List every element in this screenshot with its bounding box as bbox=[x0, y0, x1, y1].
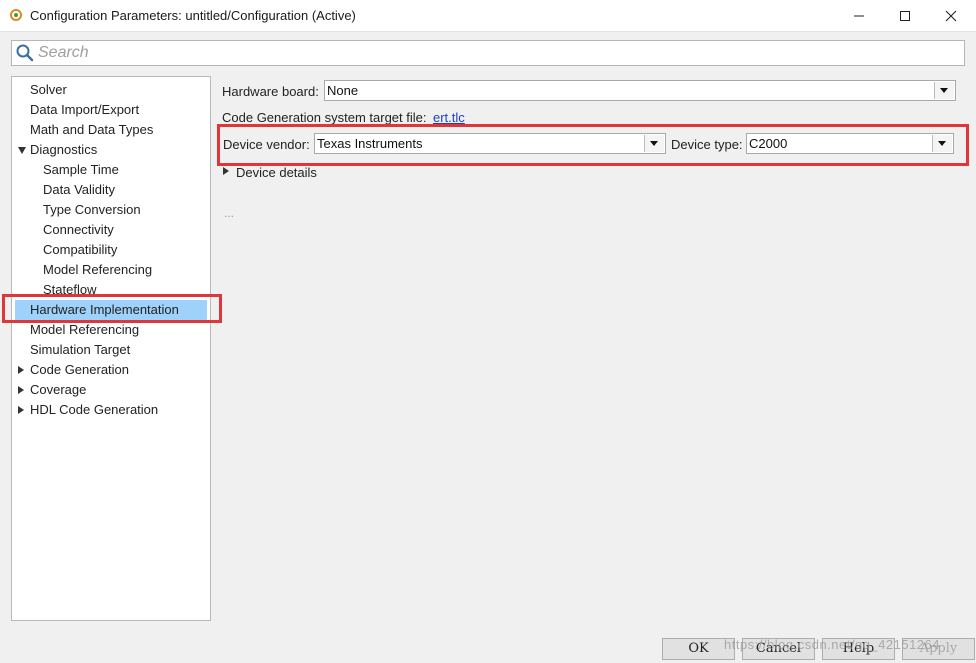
tree-item-hdl-code-generation[interactable]: HDL Code Generation bbox=[30, 400, 158, 420]
hardware-board-dropdown[interactable]: None bbox=[324, 80, 956, 101]
codegen-target-link[interactable]: ert.tlc bbox=[433, 110, 465, 125]
device-type-value: C2000 bbox=[749, 136, 788, 151]
expand-right-icon[interactable] bbox=[223, 167, 229, 175]
chevron-down-icon bbox=[938, 141, 946, 146]
codegen-target-label: Code Generation system target file: bbox=[222, 110, 427, 125]
chevron-down-icon bbox=[940, 88, 948, 93]
tree-item-coverage[interactable]: Coverage bbox=[30, 380, 86, 400]
tree-item-solver[interactable]: Solver bbox=[30, 80, 67, 100]
tree-item-code-generation[interactable]: Code Generation bbox=[30, 360, 129, 380]
tree-item-model-referencing[interactable]: Model Referencing bbox=[30, 320, 139, 340]
hardware-board-value: None bbox=[327, 83, 359, 98]
expand-right-icon[interactable] bbox=[18, 366, 24, 374]
expand-right-icon[interactable] bbox=[18, 406, 24, 414]
device-type-label: Device type: bbox=[671, 137, 743, 152]
tree-item-diag-model-referencing[interactable]: Model Referencing bbox=[43, 260, 152, 280]
close-button[interactable] bbox=[928, 0, 974, 31]
dropdown-button[interactable] bbox=[934, 82, 954, 99]
chevron-down-icon bbox=[650, 141, 658, 146]
hardware-board-label: Hardware board: bbox=[222, 84, 319, 99]
tree-item-type-conversion[interactable]: Type Conversion bbox=[43, 200, 141, 220]
tree-item-math-and-data-types[interactable]: Math and Data Types bbox=[30, 120, 153, 140]
tree-item-data-validity[interactable]: Data Validity bbox=[43, 180, 115, 200]
minimize-button[interactable] bbox=[836, 0, 882, 31]
search-box[interactable] bbox=[11, 40, 965, 66]
category-tree[interactable]: Solver Data Import/Export Math and Data … bbox=[11, 76, 211, 621]
search-icon bbox=[16, 44, 34, 65]
device-vendor-label: Device vendor: bbox=[223, 137, 310, 152]
window-title: Configuration Parameters: untitled/Confi… bbox=[30, 8, 356, 23]
expand-down-icon[interactable] bbox=[18, 147, 26, 154]
dropdown-button[interactable] bbox=[644, 135, 664, 152]
device-vendor-dropdown[interactable]: Texas Instruments bbox=[314, 133, 666, 154]
maximize-button[interactable] bbox=[882, 0, 928, 31]
device-details-toggle[interactable]: Device details bbox=[236, 165, 317, 180]
watermark-text: https://blog.csdn.net/qq_42151264 bbox=[724, 637, 940, 652]
highlight-box-tree bbox=[2, 294, 222, 323]
expand-right-icon[interactable] bbox=[18, 386, 24, 394]
tree-item-diagnostics[interactable]: Diagnostics bbox=[30, 140, 97, 160]
tree-item-data-import-export[interactable]: Data Import/Export bbox=[30, 100, 139, 120]
ellipsis-text: ... bbox=[224, 206, 235, 220]
tree-item-compatibility[interactable]: Compatibility bbox=[43, 240, 117, 260]
tree-item-sample-time[interactable]: Sample Time bbox=[43, 160, 119, 180]
tree-item-simulation-target[interactable]: Simulation Target bbox=[30, 340, 130, 360]
simulink-app-icon bbox=[9, 8, 23, 22]
title-bar: Configuration Parameters: untitled/Confi… bbox=[0, 0, 976, 32]
device-vendor-value: Texas Instruments bbox=[317, 136, 423, 151]
tree-item-connectivity[interactable]: Connectivity bbox=[43, 220, 114, 240]
search-input[interactable] bbox=[38, 43, 938, 63]
device-type-dropdown[interactable]: C2000 bbox=[746, 133, 954, 154]
dropdown-button[interactable] bbox=[932, 135, 952, 152]
